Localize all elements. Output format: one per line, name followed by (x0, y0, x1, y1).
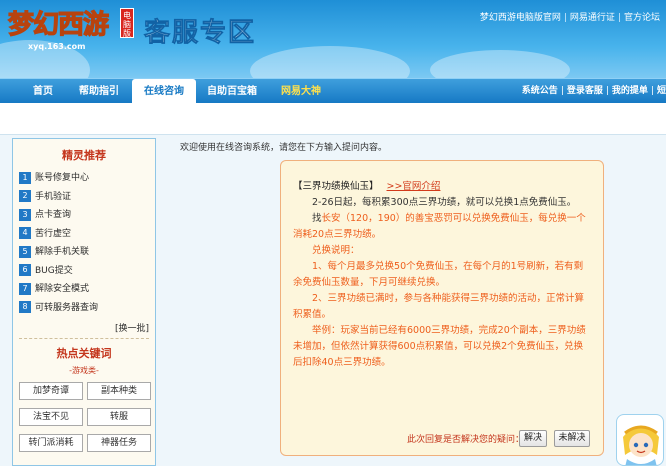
sidebar-item-unbind-phone[interactable]: 5 解除手机关联 (13, 243, 155, 262)
sidebar-item-kuxing-xukong[interactable]: 4 苦行虚空 (13, 225, 155, 244)
logo-text: 梦幻西游 (7, 9, 109, 40)
keyword-button[interactable]: 转服 (87, 408, 151, 426)
site-title: 客服专区 (144, 18, 257, 49)
answer-paragraph: 找长安（120，190）的善宝恶罚可以兑换免费仙玉，每兑换一个消耗20点三界功绩… (293, 211, 591, 243)
keyword-button[interactable]: 加梦奇谭 (19, 382, 83, 400)
item-number-badge: 5 (19, 245, 31, 258)
keyword-button[interactable]: 法宝不见 (19, 408, 83, 426)
feedback-question: 此次回复是否解决您的疑问： (407, 435, 525, 445)
nav-help-guide[interactable]: 帮助指引 (70, 79, 128, 104)
item-number-badge: 6 (19, 264, 31, 276)
nav-netease-dashen[interactable]: 网易大神 (270, 79, 332, 104)
header-banner: 梦幻西游 电脑版 xyq.163.com 客服专区 梦幻西游电脑版官网 | 网易通行… (0, 0, 666, 78)
rule-item: 1、每个月最多兑换50个免费仙玉，在每个月的1号刷新，若有剩余免费仙玉数量，下月… (293, 261, 584, 288)
sub-bar (0, 103, 666, 135)
main-nav: 首页 帮助指引 在线咨询 自助百宝箱 网易大神 系统公告 | 登录客服 | 我的提单 | 短 (0, 78, 666, 105)
refresh-batch-link[interactable]: [换一批] (13, 321, 155, 334)
forum-link[interactable]: 官方论坛 (624, 13, 660, 23)
recommend-list: 1 账号修复中心 2 手机验证 3 点卡查询 4 苦行虚空 5 解除手机关联 6 BUG提交… (13, 169, 155, 317)
keyword-grid: 加梦奇谭 副本种类 法宝不见 转服 转门派消耗 神器任务 (13, 382, 155, 452)
cloud-decoration (250, 46, 410, 78)
keyword-button[interactable]: 副本种类 (87, 382, 151, 400)
official-site-link[interactable]: 梦幻西游电脑版官网 (480, 13, 561, 23)
sidebar-item-label: 账号修复中心 (35, 173, 90, 183)
answer-title: 【三界功绩换仙玉】 (293, 181, 379, 192)
nav-online-consult[interactable]: 在线咨询 (132, 79, 196, 105)
system-notice-link[interactable]: 系统公告 (522, 86, 558, 96)
logo-badge: 电脑版 (120, 8, 134, 38)
sidebar-item-account-repair[interactable]: 1 账号修复中心 (13, 169, 155, 188)
mascot-icon (623, 425, 659, 465)
answer-title-line: 【三界功绩换仙玉】 >>官网介绍 (293, 179, 591, 195)
answer-bubble: 【三界功绩换仙玉】 >>官网介绍 2-26日起，每积累300点三界功绩，就可以兑换… (280, 160, 604, 456)
divider (19, 338, 149, 339)
rules-heading: 兑换说明： (312, 245, 360, 256)
sidebar-item-label: 苦行虚空 (35, 228, 72, 239)
answer-prefix: 找 (312, 213, 322, 224)
sidebar-item-bug-report[interactable]: 6 BUG提交 (13, 262, 155, 281)
sidebar-item-label: 手机验证 (35, 191, 72, 202)
item-number-badge: 4 (19, 227, 31, 239)
sidebar-item-label: 可转服务器查询 (35, 302, 99, 313)
item-number-badge: 3 (19, 208, 31, 221)
my-tickets-link[interactable]: 我的提单 (612, 86, 648, 96)
game-logo[interactable]: 梦幻西游 电脑版 xyq.163.com (7, 4, 136, 51)
nav-self-service[interactable]: 自助百宝箱 (200, 79, 264, 104)
keyword-button[interactable]: 神器任务 (87, 434, 151, 452)
resolved-button[interactable]: 解决 (519, 430, 547, 447)
example-paragraph: 举例：玩家当前已经有6000三界功绩，完成20个副本，三界功绩未增加，但依然计算… (293, 325, 586, 368)
rule-item: 2、三界功绩已满时，参与各种能获得三界功绩的活动，正常计算积累值。 (293, 293, 585, 320)
sidebar-item-label: 解除手机关联 (35, 247, 90, 257)
item-number-badge: 7 (19, 282, 31, 295)
sidebar-item-label: BUG提交 (35, 265, 73, 276)
keyword-category-label: -游戏类- (69, 366, 99, 375)
sidebar: 精灵推荐 1 账号修复中心 2 手机验证 3 点卡查询 4 苦行虚空 5 解除手机关联 6… (12, 138, 156, 466)
recommend-title: 精灵推荐 (62, 149, 106, 162)
welcome-message: 欢迎使用在线咨询系统，请您在下方输入提问内容。 (180, 143, 388, 153)
top-links: 梦幻西游电脑版官网 | 网易通行证 | 官方论坛 (479, 13, 660, 23)
keyword-button[interactable]: 转门派消耗 (19, 434, 83, 452)
mascot-avatar[interactable] (616, 414, 664, 466)
sms-link[interactable]: 短 (657, 86, 666, 96)
item-number-badge: 8 (19, 301, 31, 313)
hot-keywords-title: 热点关键词 (56, 347, 112, 360)
unresolved-button[interactable]: 未解决 (554, 430, 590, 447)
logo-url: xyq.163.com (28, 42, 86, 51)
sidebar-item-exit-safe-mode[interactable]: 7 解除安全模式 (13, 280, 155, 299)
item-number-badge: 1 (19, 171, 31, 184)
sidebar-item-card-query[interactable]: 3 点卡查询 (13, 206, 155, 225)
cloud-decoration (430, 50, 570, 78)
passport-link[interactable]: 网易通行证 (570, 13, 615, 23)
official-intro-link[interactable]: >>官网介绍 (387, 181, 441, 192)
nav-home[interactable]: 首页 (22, 79, 64, 104)
sidebar-item-server-transfer-query[interactable]: 8 可转服务器查询 (13, 299, 155, 318)
answer-paragraph: 2-26日起，每积累300点三界功绩，就可以兑换1点免费仙玉。 (312, 197, 577, 208)
sidebar-item-label: 解除安全模式 (35, 284, 90, 294)
nav-right-links: 系统公告 | 登录客服 | 我的提单 | 短 (521, 86, 666, 96)
item-number-badge: 2 (19, 190, 31, 202)
answer-highlight: 长安（120，190）的善宝恶罚可以兑换免费仙玉，每兑换一个消耗20点三界功绩。 (293, 213, 586, 240)
login-service-link[interactable]: 登录客服 (567, 86, 603, 96)
sidebar-item-phone-verify[interactable]: 2 手机验证 (13, 188, 155, 207)
sidebar-item-label: 点卡查询 (35, 210, 72, 220)
